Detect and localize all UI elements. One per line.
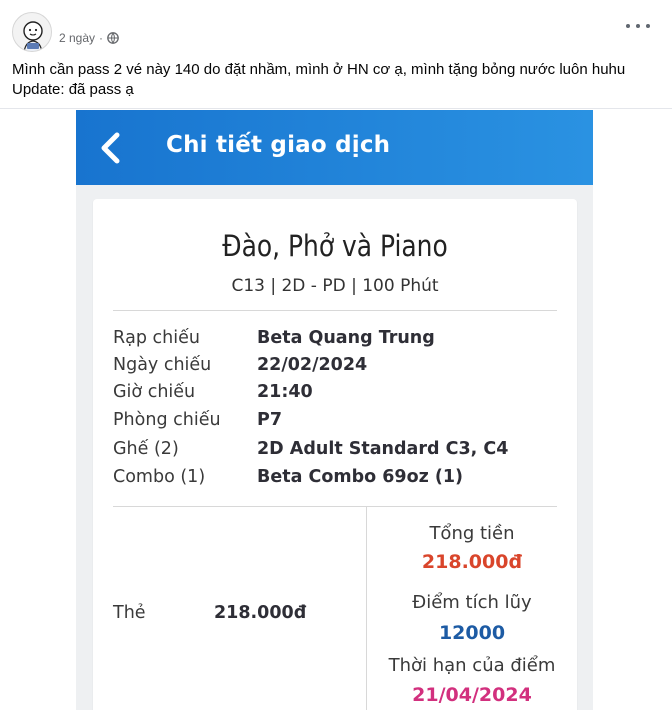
detail-row: Combo (1) Beta Combo 69oz (1) (113, 467, 553, 495)
divider (0, 108, 672, 109)
transaction-card: Đào, Phở và Piano C13 | 2D - PD | 100 Ph… (93, 199, 577, 710)
detail-value: Beta Quang Trung (257, 328, 435, 348)
avatar[interactable] (12, 12, 52, 52)
detail-label: Rạp chiếu (113, 328, 200, 348)
caption-line: Mình cần pass 2 vé này 140 do đặt nhầm, … (12, 61, 626, 78)
post-header: 2 ngày · (12, 8, 660, 52)
detail-row: Giờ chiếu 21:40 (113, 382, 553, 410)
globe-icon (107, 32, 119, 44)
detail-value: 2D Adult Standard C3, C4 (257, 439, 509, 459)
detail-value: 21:40 (257, 382, 313, 402)
post-caption: Mình cần pass 2 vé này 140 do đặt nhầm, … (12, 60, 660, 100)
divider (113, 310, 557, 311)
detail-value: 22/02/2024 (257, 355, 368, 375)
detail-label: Combo (1) (113, 467, 206, 487)
points-label: Điểm tích lũy (412, 592, 532, 613)
back-arrow-icon[interactable] (98, 132, 124, 164)
more-options-icon[interactable] (626, 18, 650, 34)
divider (113, 506, 557, 507)
caption-update: Update: đã pass ạ (12, 81, 134, 98)
expiry-value: 21/04/2024 (412, 684, 532, 706)
page-title: Chi tiết giao dịch (166, 132, 391, 158)
post-image[interactable]: Chi tiết giao dịch Đào, Phở và Piano C13… (76, 110, 593, 710)
detail-value: Beta Combo 69oz (1) (257, 467, 464, 487)
detail-row: Ghế (2) 2D Adult Standard C3, C4 (113, 439, 553, 467)
detail-value: P7 (257, 410, 283, 430)
post-time[interactable]: 2 ngày (59, 31, 95, 45)
detail-row: Rạp chiếu Beta Quang Trung (113, 328, 553, 356)
expiry-label: Thời hạn của điểm (388, 655, 556, 676)
detail-label: Ngày chiếu (113, 355, 212, 375)
detail-row: Ngày chiếu 22/02/2024 (113, 355, 553, 383)
payment-amount: 218.000đ (214, 603, 307, 623)
separator-dot: · (99, 31, 104, 45)
detail-row: Phòng chiếu P7 (113, 410, 553, 438)
points-value: 12000 (438, 622, 506, 644)
movie-subtitle: C13 | 2D - PD | 100 Phút (231, 276, 439, 296)
post-meta: 2 ngày · (59, 31, 119, 45)
total-value: 218.000đ (421, 551, 523, 573)
app-header: Chi tiết giao dịch (76, 110, 593, 185)
detail-label: Phòng chiếu (113, 410, 221, 430)
movie-title: Đào, Phở và Piano (222, 229, 448, 263)
payment-method: Thẻ (113, 603, 146, 623)
detail-label: Ghế (2) (113, 439, 179, 459)
detail-label: Giờ chiếu (113, 382, 196, 402)
total-label: Tổng tiền (429, 523, 515, 544)
